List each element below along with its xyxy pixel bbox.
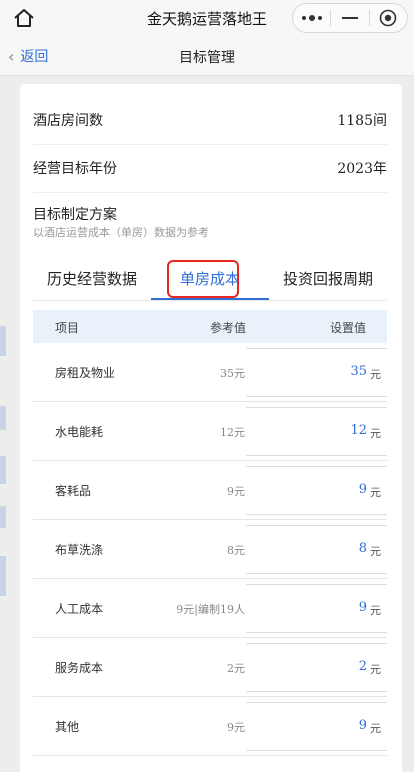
active-tab-indicator — [151, 298, 269, 300]
header-item: 项目 — [55, 321, 80, 335]
page-title: 目标管理 — [179, 50, 235, 66]
value-number: 35 — [350, 364, 367, 379]
minimize-button[interactable] — [331, 4, 368, 32]
value-unit: 元 — [370, 486, 381, 499]
info-row-year[interactable]: 经营目标年份 2023年 — [33, 156, 387, 180]
row-name: 其他 — [55, 720, 80, 734]
value-input[interactable]: 9 元 — [246, 466, 387, 515]
divider — [33, 192, 387, 193]
row-name: 房租及物业 — [55, 366, 116, 380]
info-value: 2023年 — [337, 161, 387, 177]
value-number: 2 — [358, 659, 367, 674]
plan-subtitle: 以酒店运营成本（单房）数据为参考 — [33, 226, 209, 239]
value-number: 9 — [358, 718, 367, 733]
record-close-icon — [380, 9, 397, 27]
cost-table: 项目 参考值 设置值 房租及物业 35元 35 元 水电能耗 12元 12 元 … — [33, 310, 387, 756]
plan-title: 目标制定方案 — [33, 207, 117, 223]
table-row: 其他 9元 9 元 — [33, 697, 387, 756]
minimize-icon — [341, 17, 358, 19]
value-unit: 元 — [370, 604, 381, 617]
value-unit: 元 — [370, 663, 381, 676]
navbar: ‹ 返回 目标管理 — [0, 36, 414, 76]
mini-program-topbar: 金天鹅运营落地王 — [0, 0, 414, 36]
close-button[interactable] — [370, 4, 407, 32]
value-unit: 元 — [370, 368, 381, 381]
value-input[interactable]: 12 元 — [246, 407, 387, 456]
row-name: 人工成本 — [55, 602, 104, 616]
table-row: 房租及物业 35元 35 元 — [33, 343, 387, 402]
row-ref: 9元 — [227, 721, 245, 734]
back-button[interactable]: ‹ 返回 — [8, 46, 48, 66]
value-input[interactable]: 9 元 — [246, 584, 387, 633]
info-row-rooms: 酒店房间数 1185间 — [33, 108, 387, 132]
table-header: 项目 参考值 设置值 — [33, 310, 387, 343]
home-button[interactable] — [10, 5, 38, 31]
target-card: 酒店房间数 1185间 经营目标年份 2023年 目标制定方案 以酒店运营成本（… — [20, 84, 402, 772]
value-number: 8 — [358, 541, 367, 556]
background-page-edge — [0, 76, 20, 772]
row-name: 服务成本 — [55, 661, 104, 675]
value-input[interactable]: 35 元 — [246, 348, 387, 397]
table-row: 服务成本 2元 2 元 — [33, 638, 387, 697]
table-row: 人工成本 9元|编制19人 9 元 — [33, 579, 387, 638]
value-unit: 元 — [370, 722, 381, 735]
info-value: 1185间 — [337, 113, 387, 129]
row-name: 水电能耗 — [55, 425, 104, 439]
header-ref: 参考值 — [210, 321, 247, 335]
more-button[interactable] — [293, 4, 330, 32]
value-input[interactable]: 2 元 — [246, 643, 387, 692]
row-ref: 2元 — [227, 662, 245, 675]
value-number: 12 — [350, 423, 367, 438]
value-unit: 元 — [370, 427, 381, 440]
value-input[interactable]: 8 元 — [246, 525, 387, 574]
tab-highlight-box — [167, 260, 239, 298]
tab-roi-period[interactable]: 投资回报周期 — [269, 256, 387, 300]
row-name: 客耗品 — [55, 484, 92, 498]
value-unit: 元 — [370, 545, 381, 558]
row-ref: 35元 — [220, 367, 245, 380]
more-dots-icon — [301, 15, 322, 21]
capsule-menu — [292, 3, 408, 33]
tab-history[interactable]: 历史经营数据 — [33, 256, 151, 300]
value-input[interactable]: 9 元 — [246, 702, 387, 751]
home-icon — [14, 9, 34, 27]
info-label: 酒店房间数 — [33, 113, 103, 129]
tab-bar: 历史经营数据 单房成本 投资回报周期 — [33, 256, 387, 302]
table-row: 水电能耗 12元 12 元 — [33, 402, 387, 461]
back-label: 返回 — [20, 49, 49, 65]
header-set: 设置值 — [330, 321, 367, 335]
table-row: 布草洗涤 8元 8 元 — [33, 520, 387, 579]
row-ref: 9元 — [227, 485, 245, 498]
row-name: 布草洗涤 — [55, 543, 104, 557]
info-label: 经营目标年份 — [33, 161, 117, 177]
row-ref: 12元 — [220, 426, 245, 439]
tab-baseline — [33, 300, 387, 301]
value-number: 9 — [358, 482, 367, 497]
table-row: 客耗品 9元 9 元 — [33, 461, 387, 520]
row-ref: 8元 — [227, 544, 245, 557]
value-number: 9 — [358, 600, 367, 615]
divider — [33, 144, 387, 145]
row-ref: 9元|编制19人 — [176, 603, 245, 616]
chevron-left-icon: ‹ — [8, 46, 15, 66]
